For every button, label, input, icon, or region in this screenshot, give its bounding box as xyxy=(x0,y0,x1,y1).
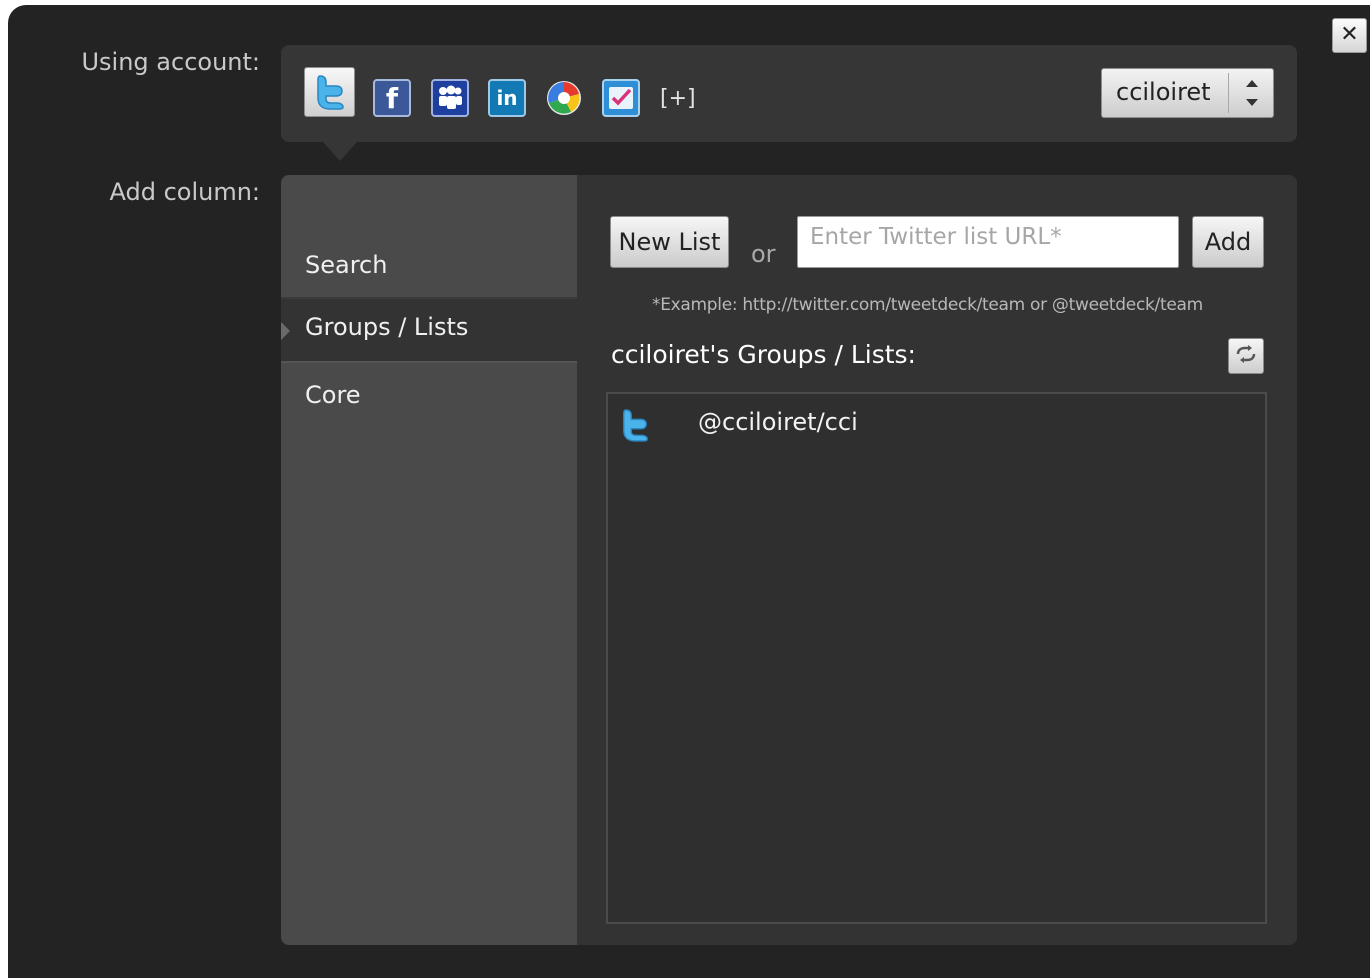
lists-heading: cciloiret's Groups / Lists: xyxy=(611,340,916,369)
add-account-link[interactable]: [+] xyxy=(660,86,696,111)
up-down-arrows-icon xyxy=(1240,75,1264,111)
twitter-icon xyxy=(620,408,650,442)
foursquare-service-button[interactable] xyxy=(601,78,641,118)
facebook-service-button[interactable]: f xyxy=(372,78,412,118)
or-separator: or xyxy=(751,240,776,268)
myspace-service-button[interactable] xyxy=(430,78,470,118)
list-item[interactable]: @cciloiret/cci xyxy=(608,394,1265,456)
account-select-value: cciloiret xyxy=(1116,78,1211,106)
add-list-button[interactable]: Add xyxy=(1192,216,1264,268)
caret-right-icon xyxy=(281,322,290,340)
buzz-icon xyxy=(545,79,583,117)
myspace-icon xyxy=(431,79,469,117)
list-item-name: @cciloiret/cci xyxy=(698,408,858,436)
linkedin-service-button[interactable]: in xyxy=(487,78,527,118)
nav-item-groups-lists[interactable]: Groups / Lists xyxy=(281,299,577,363)
new-list-button[interactable]: New List xyxy=(610,216,729,268)
twitter-icon xyxy=(313,74,347,110)
nav-item-label: Search xyxy=(305,251,388,279)
close-button[interactable]: ✕ xyxy=(1332,18,1367,53)
nav-item-label: Groups / Lists xyxy=(305,313,469,341)
foursquare-icon xyxy=(602,79,640,117)
nav-item-core[interactable]: Core xyxy=(281,365,577,429)
url-example-hint: *Example: http://twitter.com/tweetdeck/t… xyxy=(652,295,1203,315)
select-divider xyxy=(1228,73,1229,113)
linkedin-icon: in xyxy=(488,79,526,117)
account-select[interactable]: cciloiret xyxy=(1101,68,1274,118)
groups-lists-box: @cciloiret/cci xyxy=(606,392,1267,924)
column-type-nav: Search Groups / Lists Core xyxy=(281,175,577,945)
using-account-label: Using account: xyxy=(81,48,260,76)
nav-item-label: Core xyxy=(305,381,361,409)
list-url-input[interactable] xyxy=(797,216,1179,268)
buzz-service-button[interactable] xyxy=(544,78,584,118)
refresh-icon xyxy=(1235,345,1257,367)
add-column-label: Add column: xyxy=(109,178,260,206)
nav-item-search[interactable]: Search xyxy=(281,175,577,299)
twitter-service-button[interactable] xyxy=(304,67,355,117)
account-pointer xyxy=(322,141,358,161)
facebook-icon: f xyxy=(373,79,411,117)
refresh-button[interactable] xyxy=(1228,338,1264,374)
